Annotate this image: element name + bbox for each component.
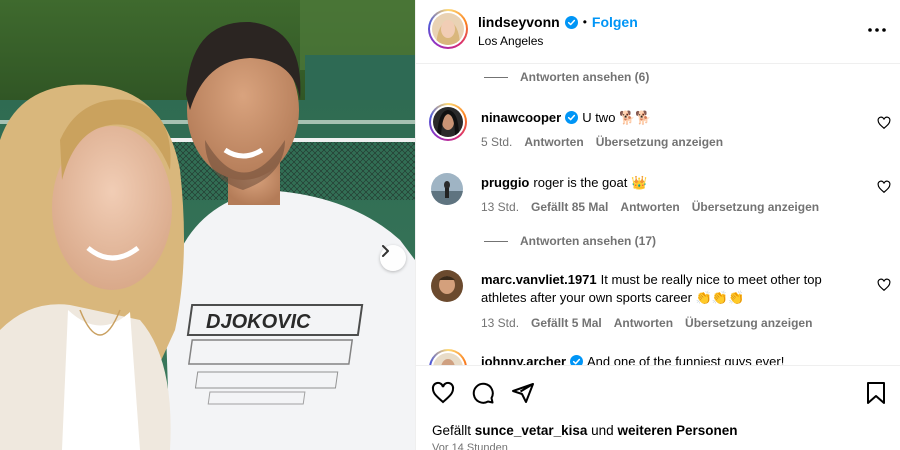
likes-prefix: Gefällt [432, 423, 472, 438]
reply-button[interactable]: Antworten [524, 135, 583, 149]
comment-username[interactable]: marc.vanvliet.1971 [481, 272, 597, 287]
more-options-icon [868, 28, 886, 32]
save-button[interactable] [863, 380, 889, 406]
like-button[interactable] [430, 380, 456, 406]
post-side-panel: lindseyvonn • Folgen Los Angeles Antwort… [415, 0, 900, 450]
likes-user[interactable]: sunce_vetar_kisa [475, 423, 588, 438]
likes-summary[interactable]: Gefällt sunce_vetar_kisa und weiteren Pe… [432, 423, 738, 438]
chevron-right-icon [382, 245, 389, 257]
commenter-avatar[interactable] [429, 103, 467, 141]
post-header: lindseyvonn • Folgen Los Angeles [416, 0, 900, 64]
view-replies-label: Antworten ansehen (17) [520, 234, 657, 248]
comment-username[interactable]: johnny.archer [481, 354, 566, 365]
author-avatar[interactable] [428, 9, 468, 49]
comment-icon [472, 382, 494, 404]
view-replies-button[interactable]: Antworten ansehen (6) [484, 70, 649, 84]
header-separator: • [582, 15, 587, 29]
comments-list[interactable]: Antworten ansehen (6) ninawcooper U two 🐕… [416, 65, 900, 365]
comment-text: U two 🐕🐕 [582, 110, 652, 125]
replies-divider-line [484, 76, 508, 78]
heart-icon[interactable] [877, 180, 891, 194]
heart-icon [431, 381, 455, 404]
view-replies-label: Antworten ansehen (6) [520, 70, 650, 84]
translate-button[interactable]: Übersetzung anzeigen [596, 135, 723, 149]
post-photo-image: DJOKOVIC [0, 0, 415, 450]
view-replies-button[interactable]: Antworten ansehen (17) [484, 234, 656, 248]
likes-others[interactable]: weiteren Personen [617, 423, 737, 438]
comment-text: roger is the goat 👑 [533, 175, 648, 190]
comment-username[interactable]: pruggio [481, 175, 529, 190]
shirt-print-text: DJOKOVIC [206, 311, 311, 333]
heart-icon[interactable] [877, 116, 891, 130]
bookmark-icon [867, 382, 885, 404]
reply-button[interactable]: Antworten [614, 316, 673, 330]
commenter-avatar[interactable] [429, 349, 467, 365]
translate-button[interactable]: Übersetzung anzeigen [685, 316, 812, 330]
comment-age[interactable]: 5 Std. [481, 135, 512, 149]
post-timestamp[interactable]: Vor 14 Stunden [432, 442, 508, 450]
post-photo[interactable]: DJOKOVIC [0, 0, 415, 450]
commenter-avatar[interactable] [431, 173, 463, 205]
translate-button[interactable]: Übersetzung anzeigen [692, 200, 819, 214]
heart-icon[interactable] [877, 278, 891, 292]
comment-likes-count[interactable]: Gefällt 5 Mal [531, 316, 602, 330]
comment-button[interactable] [470, 380, 496, 406]
verified-badge-icon [570, 355, 584, 365]
likes-and: und [591, 423, 614, 438]
comment-username[interactable]: ninawcooper [481, 110, 561, 125]
more-options-button[interactable] [867, 20, 887, 40]
post-location[interactable]: Los Angeles [478, 34, 543, 48]
verified-badge-icon [564, 15, 578, 29]
verified-badge-icon [565, 111, 579, 124]
commenter-avatar[interactable] [431, 270, 463, 302]
comment-text: And one of the funniest guys ever! [587, 354, 785, 365]
comment-age[interactable]: 13 Std. [481, 200, 519, 214]
next-photo-button[interactable] [380, 245, 406, 271]
share-button[interactable] [510, 380, 536, 406]
post-actions-footer: Gefällt sunce_vetar_kisa und weiteren Pe… [416, 365, 900, 450]
share-icon [512, 383, 534, 403]
reply-button[interactable]: Antworten [620, 200, 679, 214]
author-username[interactable]: lindseyvonn [478, 14, 560, 30]
replies-divider-line [484, 240, 508, 242]
follow-button[interactable]: Folgen [592, 14, 638, 30]
comment-likes-count[interactable]: Gefällt 85 Mal [531, 200, 608, 214]
instagram-post-view: DJOKOVIC lindseyvonn • Folgen Los Angele… [0, 0, 900, 450]
comment-age[interactable]: 13 Std. [481, 316, 519, 330]
